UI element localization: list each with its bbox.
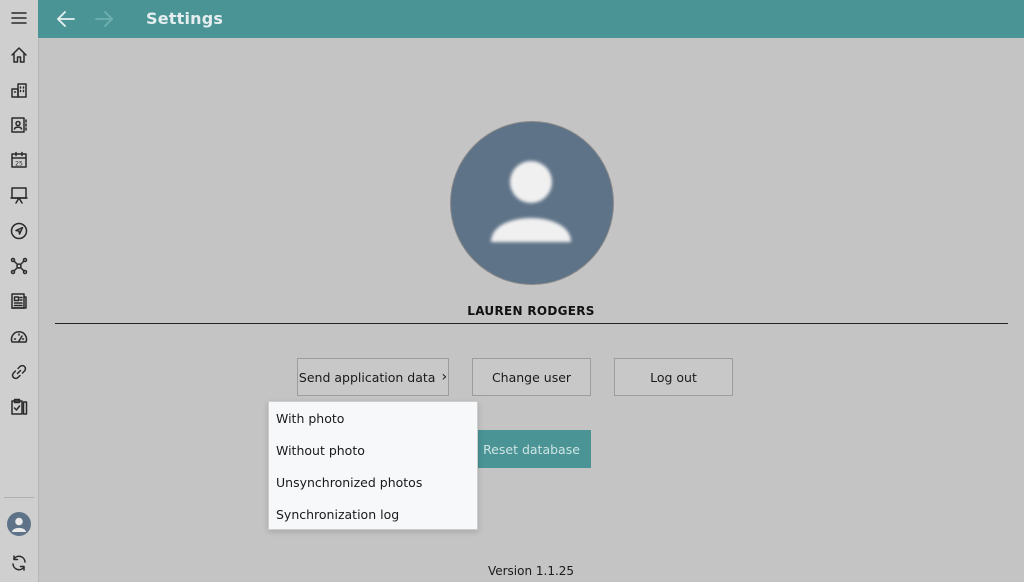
- change-user-label: Change user: [491, 369, 572, 385]
- log-out-label: Log out: [650, 369, 697, 385]
- profile-avatar: [450, 121, 614, 285]
- presentation-icon[interactable]: [0, 178, 38, 212]
- page-title: Settings: [146, 9, 224, 28]
- version-label: Version 1.1.25: [487, 564, 575, 578]
- link-icon[interactable]: [0, 355, 38, 389]
- profile-divider: [55, 323, 1008, 324]
- contacts-icon[interactable]: [0, 108, 38, 142]
- send-application-data-button[interactable]: Send application data ›: [297, 358, 449, 396]
- hamburger-menu-icon[interactable]: [0, 1, 38, 35]
- forward-arrow-icon[interactable]: [92, 7, 116, 31]
- user-silhouette-icon: [491, 161, 571, 242]
- avatar-icon: [7, 512, 31, 536]
- left-navigation-rail: 25: [0, 0, 39, 582]
- chevron-right-icon: ›: [441, 369, 448, 385]
- send-data-submenu: With photo Without photo Unsynchronized …: [268, 401, 478, 530]
- app-header: Settings: [38, 0, 1024, 38]
- user-name: LAUREN RODGERS: [467, 304, 595, 318]
- menu-item-without-photo[interactable]: Without photo: [269, 435, 477, 467]
- rail-divider: [4, 497, 34, 498]
- navigation-icon[interactable]: [0, 214, 38, 248]
- reset-database-button[interactable]: Reset database: [472, 430, 591, 468]
- send-application-data-label: Send application data: [298, 369, 436, 385]
- menu-item-synchronization-log[interactable]: Synchronization log: [269, 499, 477, 531]
- log-out-button[interactable]: Log out: [614, 358, 733, 396]
- change-user-button[interactable]: Change user: [472, 358, 591, 396]
- reset-database-label: Reset database: [483, 441, 580, 457]
- menu-item-unsynchronized-photos[interactable]: Unsynchronized photos: [269, 467, 477, 499]
- back-arrow-icon[interactable]: [54, 7, 78, 31]
- buildings-icon[interactable]: [0, 73, 38, 107]
- dashboard-gauge-icon[interactable]: [0, 320, 38, 354]
- clipboard-icon[interactable]: [0, 390, 38, 424]
- user-profile-button[interactable]: [0, 507, 38, 541]
- home-icon[interactable]: [0, 38, 38, 72]
- menu-item-with-photo[interactable]: With photo: [269, 403, 477, 435]
- calendar-day: 25: [15, 160, 23, 167]
- calendar-icon[interactable]: 25: [0, 143, 38, 177]
- network-icon[interactable]: [0, 249, 38, 283]
